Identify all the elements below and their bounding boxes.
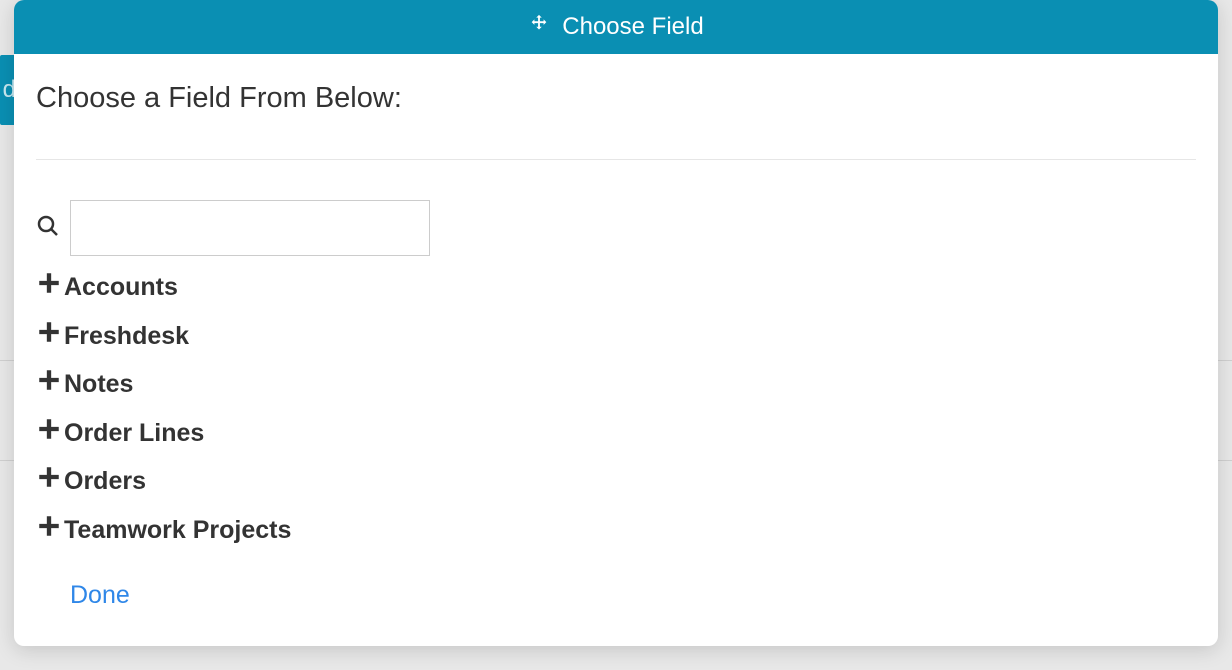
tree-item-freshdesk[interactable]: Freshdesk: [36, 319, 1196, 354]
modal-title: Choose Field: [562, 13, 703, 41]
search-row: [36, 200, 1196, 256]
plus-icon: [36, 319, 62, 354]
search-icon: [36, 214, 60, 243]
tree-item-label: Teamwork Projects: [64, 514, 291, 547]
field-tree: Accounts Freshdesk Notes Order Lines Ord…: [36, 270, 1196, 547]
choose-field-modal: Choose Field Choose a Field From Below: …: [14, 0, 1218, 646]
modal-subtitle: Choose a Field From Below:: [36, 82, 1196, 115]
move-icon: [528, 13, 550, 42]
tree-item-label: Orders: [64, 465, 146, 498]
tree-item-notes[interactable]: Notes: [36, 367, 1196, 402]
tree-item-order-lines[interactable]: Order Lines: [36, 416, 1196, 451]
tree-item-teamwork-projects[interactable]: Teamwork Projects: [36, 513, 1196, 548]
plus-icon: [36, 464, 62, 499]
tree-item-orders[interactable]: Orders: [36, 464, 1196, 499]
done-button[interactable]: Done: [70, 581, 130, 610]
plus-icon: [36, 513, 62, 548]
plus-icon: [36, 367, 62, 402]
search-input[interactable]: [70, 200, 430, 256]
tree-item-accounts[interactable]: Accounts: [36, 270, 1196, 305]
tree-item-label: Notes: [64, 368, 133, 401]
tree-item-label: Accounts: [64, 271, 178, 304]
modal-body: Choose a Field From Below: Accounts Fres…: [14, 54, 1218, 646]
divider: [36, 159, 1196, 160]
plus-icon: [36, 416, 62, 451]
plus-icon: [36, 270, 62, 305]
tree-item-label: Freshdesk: [64, 320, 189, 353]
tree-item-label: Order Lines: [64, 417, 204, 450]
modal-header[interactable]: Choose Field: [14, 0, 1218, 54]
